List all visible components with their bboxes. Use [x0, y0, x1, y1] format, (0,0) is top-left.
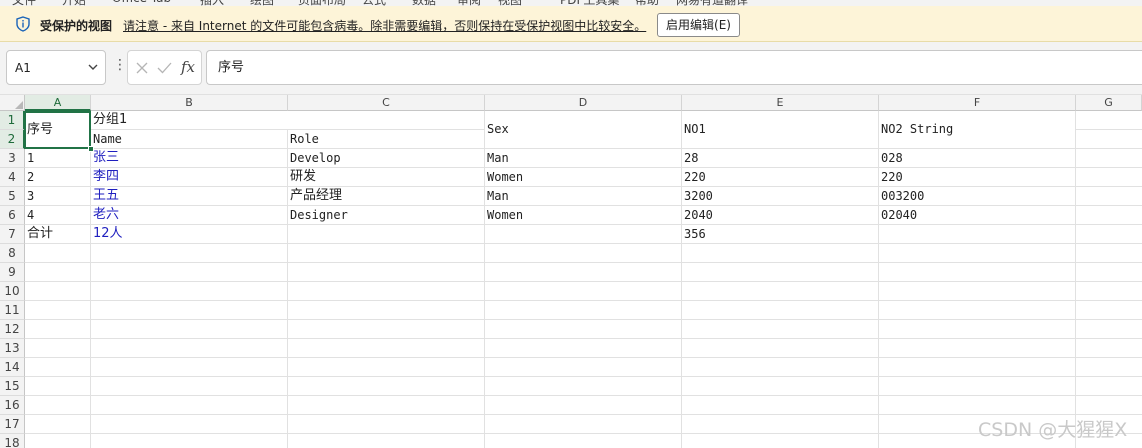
cell-c5[interactable]: 产品经理 — [288, 187, 484, 205]
row-header-15[interactable]: 15 — [0, 377, 25, 396]
cell-f4[interactable]: 220 — [879, 168, 1075, 186]
column-header-d[interactable]: D — [485, 95, 682, 111]
row-header-6[interactable]: 6 — [0, 206, 25, 225]
cell-b6[interactable]: 老六 — [91, 206, 287, 224]
cell-d4[interactable]: Women — [485, 168, 681, 186]
row-gridline — [25, 433, 1142, 434]
cell-d1-merged[interactable]: Sex — [485, 111, 681, 148]
cell-b7-total-count[interactable]: 12人 — [91, 225, 287, 243]
cancel-icon[interactable] — [135, 61, 149, 75]
name-box[interactable]: A1 — [6, 50, 106, 85]
formula-tools: fx — [127, 50, 202, 85]
row-header-11[interactable]: 11 — [0, 301, 25, 320]
formula-input[interactable]: 序号 — [206, 50, 1142, 85]
row-gridline — [25, 395, 1142, 396]
fill-handle[interactable] — [88, 146, 94, 152]
protected-view-title: 受保护的视图 — [40, 19, 113, 33]
column-header-a[interactable]: A — [25, 95, 91, 111]
row-gridline — [25, 262, 1142, 263]
cell-e7-total-sum[interactable]: 356 — [682, 225, 878, 243]
name-box-value: A1 — [15, 61, 31, 75]
row-header-4[interactable]: 4 — [0, 168, 25, 187]
row-gridline — [25, 281, 1142, 282]
cell-a5[interactable]: 3 — [25, 187, 90, 205]
select-all-triangle-icon — [15, 101, 23, 109]
cell-b2[interactable]: Name — [91, 130, 287, 148]
cell-f1-merged[interactable]: NO2 String — [879, 111, 1075, 148]
cell-d6[interactable]: Women — [485, 206, 681, 224]
cell-b5[interactable]: 王五 — [91, 187, 287, 205]
row-header-12[interactable]: 12 — [0, 320, 25, 339]
watermark: CSDN @大猩猩X — [978, 419, 1128, 441]
row-header-18[interactable]: 18 — [0, 434, 25, 448]
row-header-14[interactable]: 14 — [0, 358, 25, 377]
insert-function-icon[interactable]: fx — [181, 58, 195, 76]
column-header-f[interactable]: F — [879, 95, 1076, 111]
row-header-9[interactable]: 9 — [0, 263, 25, 282]
column-header-g[interactable]: G — [1076, 95, 1142, 111]
active-cell-border — [24, 111, 91, 149]
cell-a4[interactable]: 2 — [25, 168, 90, 186]
enable-editing-button[interactable]: 启用编辑(E) — [657, 13, 740, 37]
shield-info-icon — [16, 16, 30, 32]
row-header-1[interactable]: 1 — [0, 111, 25, 130]
cell-c6[interactable]: Designer — [288, 206, 484, 224]
cell-e3[interactable]: 28 — [682, 149, 878, 167]
row-gridline — [25, 376, 1142, 377]
protected-view-bar: 受保护的视图 请注意 - 来自 Internet 的文件可能包含病毒。除非需要编… — [0, 6, 1142, 42]
row-gridline — [25, 300, 1142, 301]
formula-bar: A1 ⋮ fx 序号 — [0, 42, 1142, 94]
cell-f5[interactable]: 003200 — [879, 187, 1075, 205]
spreadsheet-grid[interactable]: A B C D E F G 1 2 3 4 5 6 7 8 9 10 11 12 13 14 15 16 17 18 序号 分组1 N… — [0, 95, 1142, 448]
cell-f6[interactable]: 02040 — [879, 206, 1075, 224]
row-gridline — [25, 414, 1142, 415]
cell-f3[interactable]: 028 — [879, 149, 1075, 167]
column-gridline — [1075, 111, 1076, 448]
cell-e5[interactable]: 3200 — [682, 187, 878, 205]
cell-a6[interactable]: 4 — [25, 206, 90, 224]
ribbon-tab[interactable]: Office Tab — [112, 0, 171, 5]
formula-content: 序号 — [218, 60, 245, 75]
row-header-16[interactable]: 16 — [0, 396, 25, 415]
cell-b4[interactable]: 李四 — [91, 168, 287, 186]
row-header-5[interactable]: 5 — [0, 187, 25, 206]
row-header-13[interactable]: 13 — [0, 339, 25, 358]
cell-d5[interactable]: Man — [485, 187, 681, 205]
cell-e4[interactable]: 220 — [682, 168, 878, 186]
row-header-17[interactable]: 17 — [0, 415, 25, 434]
column-header-c[interactable]: C — [288, 95, 485, 111]
protected-view-message[interactable]: 请注意 - 来自 Internet 的文件可能包含病毒。除非需要编辑，否则保持在… — [123, 17, 646, 34]
cell-b3[interactable]: 张三 — [91, 149, 287, 167]
cell-c4[interactable]: 研发 — [288, 168, 484, 186]
column-header-b[interactable]: B — [91, 95, 288, 111]
cell-a3[interactable]: 1 — [25, 149, 90, 167]
more-options-icon[interactable]: ⋮ — [113, 58, 127, 72]
confirm-check-icon[interactable] — [157, 61, 172, 75]
row-header-2[interactable]: 2 — [0, 130, 25, 149]
cell-e1-merged[interactable]: NO1 — [682, 111, 878, 148]
row-header-8[interactable]: 8 — [0, 244, 25, 263]
row-header-7[interactable]: 7 — [0, 225, 25, 244]
cell-b1-group-header[interactable]: 分组1 — [91, 111, 484, 129]
cell-a7-total-label[interactable]: 合计 — [25, 225, 90, 243]
row-gridline — [25, 338, 1142, 339]
row-gridline — [25, 243, 1142, 244]
column-header-e[interactable]: E — [682, 95, 879, 111]
cell-e6[interactable]: 2040 — [682, 206, 878, 224]
select-all-corner[interactable] — [0, 95, 25, 111]
cell-c2[interactable]: Role — [288, 130, 484, 148]
row-gridline — [25, 357, 1142, 358]
row-gridline — [25, 319, 1142, 320]
row-header-3[interactable]: 3 — [0, 149, 25, 168]
chevron-down-icon[interactable] — [88, 62, 98, 72]
cell-c3[interactable]: Develop — [288, 149, 484, 167]
cell-d3[interactable]: Man — [485, 149, 681, 167]
row-header-10[interactable]: 10 — [0, 282, 25, 301]
